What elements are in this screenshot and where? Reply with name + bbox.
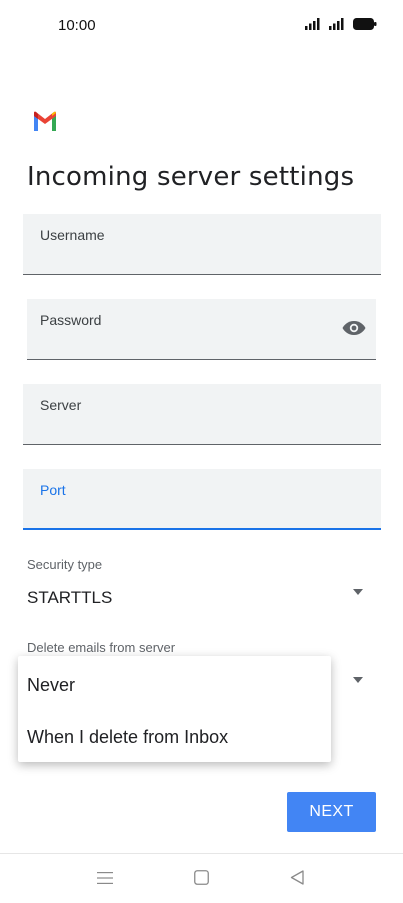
back-nav-icon[interactable]	[290, 870, 304, 890]
server-field[interactable]: Server	[23, 384, 381, 445]
signal-icon	[305, 18, 320, 30]
delete-options-menu: Never When I delete from Inbox	[18, 656, 331, 762]
security-type-label: Security type	[27, 557, 103, 572]
page-title: Incoming server settings	[27, 162, 355, 192]
menu-nav-icon[interactable]	[97, 871, 113, 890]
delete-emails-label: Delete emails from server	[27, 640, 176, 655]
show-password-icon[interactable]	[342, 320, 366, 341]
password-field[interactable]: Password	[27, 299, 376, 360]
battery-icon	[353, 18, 377, 30]
security-dropdown-icon[interactable]	[353, 589, 363, 595]
delete-dropdown-icon[interactable]	[353, 677, 363, 683]
navigation-bar	[0, 853, 403, 903]
password-label: Password	[40, 312, 102, 328]
status-icons	[305, 18, 377, 30]
security-type-select[interactable]: STARTTLS	[27, 588, 112, 608]
username-label: Username	[40, 227, 105, 243]
port-field[interactable]: Port	[23, 469, 381, 530]
server-label: Server	[40, 397, 82, 413]
port-label: Port	[40, 482, 66, 498]
status-time: 10:00	[58, 17, 96, 34]
menu-item-never[interactable]: Never	[27, 675, 75, 696]
menu-item-when-delete[interactable]: When I delete from Inbox	[27, 727, 228, 748]
username-field[interactable]: Username	[23, 214, 381, 275]
signal-icon-2	[329, 18, 344, 30]
next-button[interactable]: NEXT	[287, 792, 376, 832]
home-nav-icon[interactable]	[194, 870, 209, 890]
gmail-logo-icon	[32, 111, 58, 136]
